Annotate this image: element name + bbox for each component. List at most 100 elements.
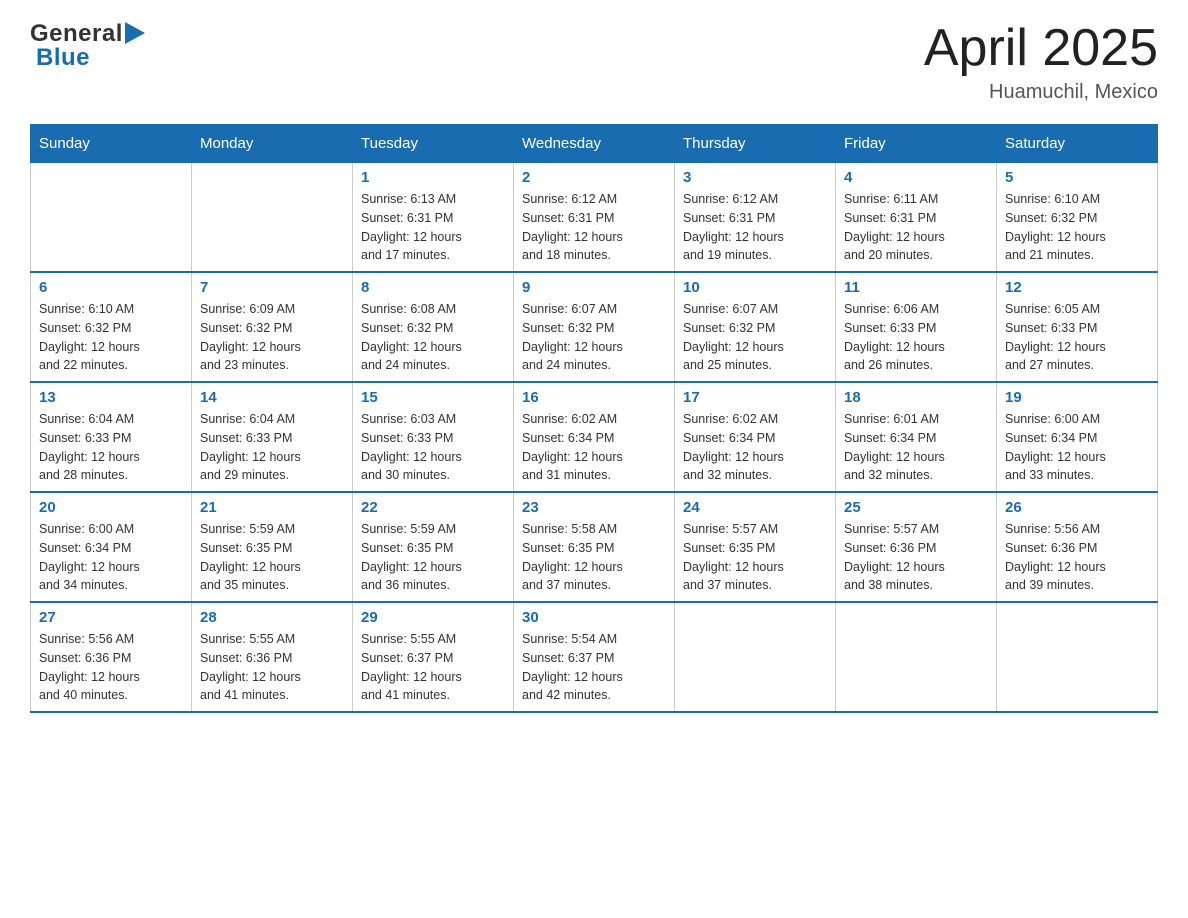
calendar-cell: 14 Sunrise: 6:04 AMSunset: 6:33 PMDayligh… (192, 382, 353, 492)
day-info: Sunrise: 5:58 AMSunset: 6:35 PMDaylight:… (522, 520, 666, 595)
day-info: Sunrise: 6:00 AMSunset: 6:34 PMDaylight:… (1005, 410, 1149, 485)
calendar-title: April 2025 (924, 20, 1158, 77)
calendar-cell (675, 602, 836, 712)
calendar-cell: 21 Sunrise: 5:59 AMSunset: 6:35 PMDayligh… (192, 492, 353, 602)
day-info: Sunrise: 6:06 AMSunset: 6:33 PMDaylight:… (844, 300, 988, 375)
day-info: Sunrise: 5:57 AMSunset: 6:36 PMDaylight:… (844, 520, 988, 595)
day-info: Sunrise: 6:05 AMSunset: 6:33 PMDaylight:… (1005, 300, 1149, 375)
calendar-cell: 11Sunrise: 6:06 AMSunset: 6:33 PMDayligh… (836, 272, 997, 382)
day-info: Sunrise: 5:57 AMSunset: 6:35 PMDaylight:… (683, 520, 827, 595)
day-info: Sunrise: 5:55 AMSunset: 6:36 PMDaylight:… (200, 630, 344, 705)
day-number: 14 (200, 389, 344, 406)
day-number: 5 (1005, 169, 1149, 186)
title-section: April 2025 Huamuchil, Mexico (924, 20, 1158, 104)
logo-blue-text: Blue (36, 44, 90, 72)
calendar-cell: 5 Sunrise: 6:10 AMSunset: 6:32 PMDaylight… (997, 163, 1158, 273)
calendar-cell: 7 Sunrise: 6:09 AMSunset: 6:32 PMDaylight… (192, 272, 353, 382)
calendar-table: SundayMondayTuesdayWednesdayThursdayFrid… (30, 124, 1158, 713)
calendar-cell: 22 Sunrise: 5:59 AMSunset: 6:35 PMDayligh… (353, 492, 514, 602)
day-info: Sunrise: 6:10 AMSunset: 6:32 PMDaylight:… (39, 300, 183, 375)
weekday-header-friday: Friday (836, 125, 997, 163)
day-number: 13 (39, 389, 183, 406)
calendar-cell: 12 Sunrise: 6:05 AMSunset: 6:33 PMDayligh… (997, 272, 1158, 382)
weekday-header-sunday: Sunday (31, 125, 192, 163)
calendar-cell: 3 Sunrise: 6:12 AMSunset: 6:31 PMDaylight… (675, 163, 836, 273)
calendar-subtitle: Huamuchil, Mexico (924, 81, 1158, 104)
calendar-cell: 6 Sunrise: 6:10 AMSunset: 6:32 PMDaylight… (31, 272, 192, 382)
calendar-cell (836, 602, 997, 712)
day-info: Sunrise: 6:08 AMSunset: 6:32 PMDaylight:… (361, 300, 505, 375)
day-number: 7 (200, 279, 344, 296)
day-number: 30 (522, 609, 666, 626)
day-number: 27 (39, 609, 183, 626)
day-info: Sunrise: 5:55 AMSunset: 6:37 PMDaylight:… (361, 630, 505, 705)
day-info: Sunrise: 6:02 AMSunset: 6:34 PMDaylight:… (522, 410, 666, 485)
day-number: 24 (683, 499, 827, 516)
calendar-cell (192, 163, 353, 273)
day-number: 12 (1005, 279, 1149, 296)
day-info: Sunrise: 6:04 AMSunset: 6:33 PMDaylight:… (200, 410, 344, 485)
day-info: Sunrise: 5:59 AMSunset: 6:35 PMDaylight:… (361, 520, 505, 595)
day-number: 18 (844, 389, 988, 406)
day-info: Sunrise: 6:07 AMSunset: 6:32 PMDaylight:… (683, 300, 827, 375)
day-number: 3 (683, 169, 827, 186)
weekday-header-monday: Monday (192, 125, 353, 163)
day-number: 15 (361, 389, 505, 406)
day-info: Sunrise: 6:11 AMSunset: 6:31 PMDaylight:… (844, 190, 988, 265)
logo: General Blue (30, 20, 145, 72)
day-info: Sunrise: 6:09 AMSunset: 6:32 PMDaylight:… (200, 300, 344, 375)
weekday-header-wednesday: Wednesday (514, 125, 675, 163)
calendar-cell: 26 Sunrise: 5:56 AMSunset: 6:36 PMDayligh… (997, 492, 1158, 602)
calendar-week-4: 20Sunrise: 6:00 AMSunset: 6:34 PMDayligh… (31, 492, 1158, 602)
calendar-header-row: SundayMondayTuesdayWednesdayThursdayFrid… (31, 125, 1158, 163)
day-number: 16 (522, 389, 666, 406)
day-number: 26 (1005, 499, 1149, 516)
day-info: Sunrise: 6:01 AMSunset: 6:34 PMDaylight:… (844, 410, 988, 485)
day-number: 29 (361, 609, 505, 626)
calendar-cell: 28Sunrise: 5:55 AMSunset: 6:36 PMDayligh… (192, 602, 353, 712)
calendar-week-3: 13 Sunrise: 6:04 AMSunset: 6:33 PMDayligh… (31, 382, 1158, 492)
weekday-header-thursday: Thursday (675, 125, 836, 163)
day-info: Sunrise: 5:56 AMSunset: 6:36 PMDaylight:… (1005, 520, 1149, 595)
day-number: 10 (683, 279, 827, 296)
day-info: Sunrise: 5:56 AMSunset: 6:36 PMDaylight:… (39, 630, 183, 705)
day-info: Sunrise: 6:00 AMSunset: 6:34 PMDaylight:… (39, 520, 183, 595)
calendar-cell: 15 Sunrise: 6:03 AMSunset: 6:33 PMDayligh… (353, 382, 514, 492)
day-info: Sunrise: 6:04 AMSunset: 6:33 PMDaylight:… (39, 410, 183, 485)
logo-arrow-icon (125, 22, 145, 44)
day-info: Sunrise: 6:12 AMSunset: 6:31 PMDaylight:… (683, 190, 827, 265)
day-number: 8 (361, 279, 505, 296)
day-number: 19 (1005, 389, 1149, 406)
calendar-cell: 1Sunrise: 6:13 AMSunset: 6:31 PMDaylight… (353, 163, 514, 273)
calendar-cell: 13 Sunrise: 6:04 AMSunset: 6:33 PMDayligh… (31, 382, 192, 492)
calendar-cell: 23 Sunrise: 5:58 AMSunset: 6:35 PMDayligh… (514, 492, 675, 602)
weekday-header-tuesday: Tuesday (353, 125, 514, 163)
calendar-cell: 29 Sunrise: 5:55 AMSunset: 6:37 PMDayligh… (353, 602, 514, 712)
calendar-cell: 9Sunrise: 6:07 AMSunset: 6:32 PMDaylight… (514, 272, 675, 382)
calendar-cell: 10 Sunrise: 6:07 AMSunset: 6:32 PMDayligh… (675, 272, 836, 382)
calendar-cell: 17Sunrise: 6:02 AMSunset: 6:34 PMDayligh… (675, 382, 836, 492)
day-info: Sunrise: 6:03 AMSunset: 6:33 PMDaylight:… (361, 410, 505, 485)
day-number: 23 (522, 499, 666, 516)
calendar-week-1: 1Sunrise: 6:13 AMSunset: 6:31 PMDaylight… (31, 163, 1158, 273)
calendar-cell: 16 Sunrise: 6:02 AMSunset: 6:34 PMDayligh… (514, 382, 675, 492)
page-header: General Blue April 2025 Huamuchil, Mexic… (30, 20, 1158, 104)
calendar-cell: 8 Sunrise: 6:08 AMSunset: 6:32 PMDaylight… (353, 272, 514, 382)
calendar-cell: 24 Sunrise: 5:57 AMSunset: 6:35 PMDayligh… (675, 492, 836, 602)
day-info: Sunrise: 6:10 AMSunset: 6:32 PMDaylight:… (1005, 190, 1149, 265)
day-number: 22 (361, 499, 505, 516)
calendar-week-5: 27 Sunrise: 5:56 AMSunset: 6:36 PMDayligh… (31, 602, 1158, 712)
day-number: 1 (361, 169, 505, 186)
calendar-cell: 18 Sunrise: 6:01 AMSunset: 6:34 PMDayligh… (836, 382, 997, 492)
day-number: 2 (522, 169, 666, 186)
calendar-cell: 20Sunrise: 6:00 AMSunset: 6:34 PMDayligh… (31, 492, 192, 602)
day-number: 6 (39, 279, 183, 296)
day-number: 21 (200, 499, 344, 516)
calendar-cell: 19 Sunrise: 6:00 AMSunset: 6:34 PMDayligh… (997, 382, 1158, 492)
day-info: Sunrise: 5:59 AMSunset: 6:35 PMDaylight:… (200, 520, 344, 595)
calendar-cell: 30 Sunrise: 5:54 AMSunset: 6:37 PMDayligh… (514, 602, 675, 712)
weekday-header-saturday: Saturday (997, 125, 1158, 163)
calendar-cell: 2 Sunrise: 6:12 AMSunset: 6:31 PMDaylight… (514, 163, 675, 273)
day-info: Sunrise: 5:54 AMSunset: 6:37 PMDaylight:… (522, 630, 666, 705)
day-info: Sunrise: 6:12 AMSunset: 6:31 PMDaylight:… (522, 190, 666, 265)
